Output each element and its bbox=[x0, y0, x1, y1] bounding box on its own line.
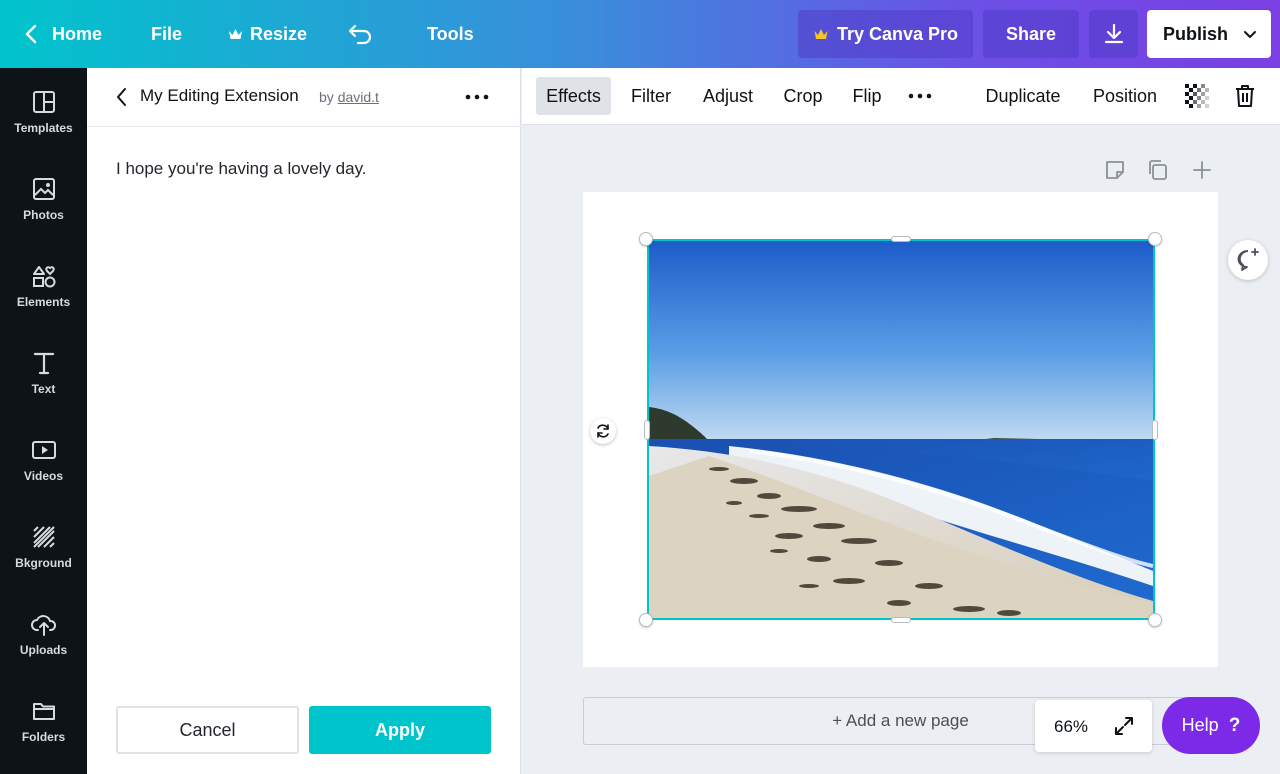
more-options-icon[interactable] bbox=[463, 86, 491, 108]
resize-handle-top-left[interactable] bbox=[639, 232, 653, 246]
resize-handle-bottom[interactable] bbox=[891, 617, 911, 623]
share-button[interactable]: Share bbox=[983, 10, 1079, 58]
background-icon bbox=[32, 525, 55, 548]
extension-message: I hope you're having a lovely day. bbox=[116, 159, 367, 178]
comment-icon bbox=[1237, 248, 1259, 271]
effects-button[interactable]: Effects bbox=[536, 77, 611, 115]
position-button[interactable]: Position bbox=[1085, 77, 1165, 115]
resize-button[interactable]: Resize bbox=[228, 0, 307, 68]
nav-item-elements[interactable]: Elements bbox=[0, 242, 87, 329]
crown-icon bbox=[229, 28, 242, 39]
try-canva-pro-button[interactable]: Try Canva Pro bbox=[798, 10, 973, 58]
more-options-icon bbox=[908, 93, 932, 99]
resize-handle-right[interactable] bbox=[1152, 420, 1158, 440]
delete-button[interactable] bbox=[1230, 77, 1260, 115]
fullscreen-icon[interactable] bbox=[1113, 715, 1135, 737]
photos-icon bbox=[32, 177, 55, 200]
nav-label-videos: Videos bbox=[23, 468, 64, 483]
try-canva-pro-label: Try Canva Pro bbox=[836, 23, 959, 44]
zoom-level[interactable]: 66% bbox=[1054, 717, 1088, 737]
nav-item-photos[interactable]: Photos bbox=[0, 155, 87, 242]
transparency-icon bbox=[1185, 84, 1209, 108]
nav-item-templates[interactable]: Templates bbox=[0, 68, 87, 155]
transparency-button[interactable] bbox=[1182, 77, 1212, 115]
filter-button[interactable]: Filter bbox=[623, 77, 679, 115]
cancel-button[interactable]: Cancel bbox=[116, 706, 299, 754]
help-button[interactable]: Help ? bbox=[1162, 697, 1260, 754]
zoom-control: 66% bbox=[1035, 700, 1152, 752]
resize-handle-bottom-left[interactable] bbox=[639, 613, 653, 627]
resize-label: Resize bbox=[250, 23, 308, 44]
uploads-icon bbox=[30, 614, 56, 636]
tools-menu[interactable]: Tools bbox=[427, 0, 474, 68]
undo-icon bbox=[348, 24, 372, 45]
crop-button[interactable]: Crop bbox=[778, 77, 828, 115]
nav-item-folders[interactable]: Folders bbox=[0, 677, 87, 764]
rotate-handle[interactable] bbox=[590, 418, 616, 444]
extension-byline: by david.t bbox=[319, 89, 379, 105]
trash-icon bbox=[1236, 85, 1254, 107]
flip-button[interactable]: Flip bbox=[845, 77, 889, 115]
publish-button[interactable]: Publish bbox=[1147, 10, 1271, 58]
nav-item-uploads[interactable]: Uploads bbox=[0, 590, 87, 677]
resize-handle-top[interactable] bbox=[891, 236, 911, 242]
home-label: Home bbox=[52, 23, 103, 44]
home-button[interactable]: Home bbox=[24, 0, 102, 68]
chevron-down-icon bbox=[1244, 31, 1256, 38]
nav-label-elements: Elements bbox=[16, 294, 71, 309]
duplicate-button[interactable]: Duplicate bbox=[977, 77, 1069, 115]
by-label: by bbox=[319, 89, 334, 105]
apply-button[interactable]: Apply bbox=[309, 706, 491, 754]
copy-page-icon[interactable] bbox=[1146, 158, 1170, 182]
tools-label: Tools bbox=[427, 23, 474, 44]
adjust-button[interactable]: Adjust bbox=[695, 77, 761, 115]
nav-label-folders: Folders bbox=[21, 729, 66, 744]
videos-icon bbox=[31, 440, 56, 459]
extension-panel: My Editing Extension by david.t I hope y… bbox=[87, 68, 521, 774]
crown-icon bbox=[814, 28, 828, 39]
file-menu[interactable]: File bbox=[151, 0, 182, 68]
question-mark-icon: ? bbox=[1228, 714, 1241, 736]
nav-label-uploads: Uploads bbox=[19, 642, 68, 657]
nav-label-photos: Photos bbox=[23, 207, 64, 222]
templates-icon bbox=[32, 90, 55, 113]
resize-handle-bottom-right[interactable] bbox=[1148, 613, 1162, 627]
author-link[interactable]: david.t bbox=[338, 89, 379, 105]
top-bar: Home File Resize Tools Try Canva Pro Sha… bbox=[0, 0, 1280, 68]
text-icon bbox=[33, 352, 54, 374]
nav-label-text: Text bbox=[31, 381, 56, 396]
elements-icon bbox=[32, 265, 55, 287]
beach-photo-image bbox=[649, 241, 1153, 618]
beach-photo[interactable] bbox=[647, 239, 1155, 620]
resize-handle-top-right[interactable] bbox=[1148, 232, 1162, 246]
panel-header: My Editing Extension by david.t bbox=[87, 68, 521, 127]
rotate-icon bbox=[597, 424, 609, 438]
folders-icon bbox=[32, 702, 55, 720]
image-toolbar: Effects Filter Adjust Crop Flip Duplicat… bbox=[522, 68, 1280, 125]
notes-icon[interactable] bbox=[1103, 158, 1127, 182]
share-label: Share bbox=[1005, 23, 1057, 44]
extension-title: My Editing Extension bbox=[140, 86, 299, 105]
chevron-left-icon bbox=[25, 24, 37, 44]
publish-label: Publish bbox=[1163, 23, 1229, 44]
nav-label-templates: Templates bbox=[14, 120, 73, 135]
add-comment-button[interactable] bbox=[1228, 240, 1268, 280]
nav-label-background: Bkground bbox=[15, 555, 72, 570]
file-label: File bbox=[151, 23, 183, 44]
download-button[interactable] bbox=[1089, 10, 1138, 58]
resize-handle-left[interactable] bbox=[644, 420, 650, 440]
undo-button[interactable] bbox=[348, 0, 374, 68]
nav-item-text[interactable]: Text bbox=[0, 329, 87, 416]
nav-item-videos[interactable]: Videos bbox=[0, 416, 87, 503]
download-icon bbox=[1104, 23, 1123, 44]
nav-item-background[interactable]: Bkground bbox=[0, 503, 87, 590]
chevron-left-icon[interactable] bbox=[113, 86, 131, 108]
toolbar-more-button[interactable] bbox=[903, 77, 937, 115]
side-nav: Templates Photos Elements Text Videos Bk… bbox=[0, 68, 87, 774]
add-page-icon[interactable] bbox=[1190, 158, 1214, 182]
help-label: Help bbox=[1181, 715, 1219, 735]
